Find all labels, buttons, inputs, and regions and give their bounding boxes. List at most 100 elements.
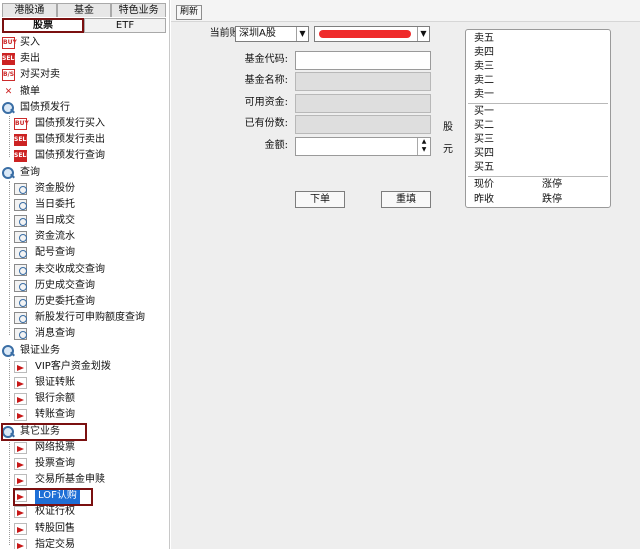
tree-item-15[interactable]: 历史成交查询 xyxy=(0,278,169,294)
tree-item-label: 配号查询 xyxy=(35,247,75,259)
holdings-unit: 股 xyxy=(443,122,453,133)
magnifier-icon xyxy=(2,166,15,179)
tree-item-11[interactable]: 当日成交 xyxy=(0,213,169,229)
tree-item-label: 交易所基金申赎 xyxy=(35,474,105,486)
tree-item-4[interactable]: 国债预发行 xyxy=(0,100,169,116)
top-tab-row: 港股通 基金 特色业务 xyxy=(2,3,167,17)
tree-item-31[interactable]: 指定交易 xyxy=(0,537,169,549)
reset-button[interactable]: 重填 xyxy=(381,191,431,208)
tree-item-label: 当日成交 xyxy=(35,215,75,227)
tree-item-label: VIP客户资金划拨 xyxy=(35,360,111,372)
tree-item-2[interactable]: B/S 对买对卖 xyxy=(0,67,169,83)
tree-item-label: 资金流水 xyxy=(35,231,75,243)
tree-item-26[interactable]: 投票查询 xyxy=(0,456,169,472)
function-tree: BUY 买入 SELL 卖出 B/S 对买对卖 ✕ 撤单 国债预发行 BUY 国债预发行买入 SELL… xyxy=(0,35,169,549)
tree-item-0[interactable]: BUY 买入 xyxy=(0,35,169,51)
tree-item-30[interactable]: 转股回售 xyxy=(0,521,169,537)
tree-item-18[interactable]: 消息查询 xyxy=(0,326,169,342)
spin-down-icon[interactable]: ▼ xyxy=(418,146,430,154)
tree-item-3[interactable]: ✕ 撤单 xyxy=(0,84,169,100)
tree-item-27[interactable]: 交易所基金申赎 xyxy=(0,472,169,488)
tree-item-20[interactable]: VIP客户资金划拨 xyxy=(0,359,169,375)
document-search-icon xyxy=(14,312,27,325)
document-search-icon xyxy=(14,279,27,292)
magnifier-icon xyxy=(2,344,15,357)
tree-item-19[interactable]: 银证业务 xyxy=(0,343,169,359)
document-search-icon xyxy=(14,182,27,195)
arrow-icon xyxy=(14,441,27,454)
tree-item-label: 查询 xyxy=(20,166,40,178)
tree-item-12[interactable]: 资金流水 xyxy=(0,229,169,245)
tab-stock[interactable]: 股票 xyxy=(2,18,84,33)
tree-item-6[interactable]: SELL 国债预发行卖出 xyxy=(0,132,169,148)
order-panel: 刷新 当前账号: 深圳A股 ▼ ▼ 基金代码: 基金名称: 可用资金: 已有份数… xyxy=(171,0,640,549)
market-select-value: 深圳A股 xyxy=(239,28,276,39)
tab-special-business[interactable]: 特色业务 xyxy=(111,3,167,17)
tree-item-label: 资金股份 xyxy=(35,182,75,194)
buy-icon: BUY xyxy=(2,37,17,49)
buy-level-1: 买一 xyxy=(474,106,494,117)
document-search-icon xyxy=(14,231,27,244)
holdings-label: 已有份数: xyxy=(244,118,288,129)
tree-item-label: 历史委托查询 xyxy=(35,296,95,307)
tab-hk-connect[interactable]: 港股通 xyxy=(2,3,57,17)
tree-item-29[interactable]: 权证行权 xyxy=(0,504,169,520)
tree-item-label: 买入 xyxy=(20,37,40,48)
document-search-icon xyxy=(14,215,27,228)
tree-item-21[interactable]: 银证转账 xyxy=(0,375,169,391)
amount-spinner[interactable]: ▲ ▼ xyxy=(417,138,430,155)
tree-item-10[interactable]: 当日委托 xyxy=(0,197,169,213)
tree-item-22[interactable]: 银行余额 xyxy=(0,391,169,407)
tree-item-17[interactable]: 新股发行可申购额度查询 xyxy=(0,310,169,326)
tree-item-label: 历史成交查询 xyxy=(35,279,95,291)
fund-code-input[interactable] xyxy=(295,51,431,70)
arrow-icon xyxy=(14,522,27,535)
amount-input[interactable]: ▲ ▼ xyxy=(295,137,431,156)
sell-level-3: 卖三 xyxy=(474,61,494,72)
tree-item-label: 权证行权 xyxy=(35,506,75,518)
tree-item-13[interactable]: 配号查询 xyxy=(0,245,169,261)
tree-item-label: 国债预发行 xyxy=(20,101,70,113)
tree-item-14[interactable]: 未交收成交查询 xyxy=(0,262,169,278)
chevron-down-icon: ▼ xyxy=(296,27,308,41)
tree-item-label: 卖出 xyxy=(20,53,40,65)
account-select[interactable]: ▼ xyxy=(314,26,430,42)
tree-item-5[interactable]: BUY 国债预发行买入 xyxy=(0,116,169,132)
tree-item-label: 银证转账 xyxy=(35,376,75,388)
spin-up-icon[interactable]: ▲ xyxy=(418,138,430,146)
left-panel: 港股通 基金 特色业务 股票 ETF BUY 买入 SELL 卖出 B/S 对买对卖 ✕ 撤单… xyxy=(0,0,170,549)
tree-item-9[interactable]: 资金股份 xyxy=(0,181,169,197)
arrow-icon xyxy=(14,409,27,422)
tree-guide-line xyxy=(9,359,10,416)
document-search-icon xyxy=(14,198,27,211)
quote-panel: 卖五 卖四 卖三 卖二 卖一 买一 买二 买三 买四 买五 现价 涨停 昨收 跌… xyxy=(465,29,611,208)
refresh-button[interactable]: 刷新 xyxy=(176,5,203,20)
tree-item-23[interactable]: 转账查询 xyxy=(0,407,169,423)
document-search-icon xyxy=(14,328,27,341)
tree-item-7[interactable]: SELL 国债预发行查询 xyxy=(0,148,169,164)
submit-order-button[interactable]: 下单 xyxy=(295,191,345,208)
sell-icon: SELL xyxy=(14,150,30,163)
tree-item-1[interactable]: SELL 卖出 xyxy=(0,51,169,67)
tab-etf[interactable]: ETF xyxy=(84,18,166,33)
tree-item-label: 银行余额 xyxy=(35,393,75,405)
tree-item-label: 撤单 xyxy=(20,85,40,97)
chevron-down-icon: ▼ xyxy=(417,27,429,41)
market-select[interactable]: 深圳A股 ▼ xyxy=(235,26,309,42)
tree-item-8[interactable]: 查询 xyxy=(0,165,169,181)
sell-level-4: 卖四 xyxy=(474,47,494,58)
amount-label: 金额: xyxy=(264,140,288,151)
buy-level-2: 买二 xyxy=(474,120,494,131)
tree-item-label: 投票查询 xyxy=(35,457,75,469)
tree-item-label: 国债预发行卖出 xyxy=(35,134,105,146)
available-funds-label: 可用资金: xyxy=(244,97,288,108)
cancel-icon: ✕ xyxy=(4,86,13,97)
holdings-field xyxy=(295,115,431,134)
tree-item-label: 指定交易 xyxy=(35,538,75,549)
tab-fund[interactable]: 基金 xyxy=(56,3,112,17)
tree-item-16[interactable]: 历史委托查询 xyxy=(0,294,169,310)
tree-guide-line xyxy=(9,116,10,157)
tree-item-25[interactable]: 网络投票 xyxy=(0,440,169,456)
limit-down-label: 跌停 xyxy=(542,194,562,205)
divider xyxy=(468,176,608,177)
